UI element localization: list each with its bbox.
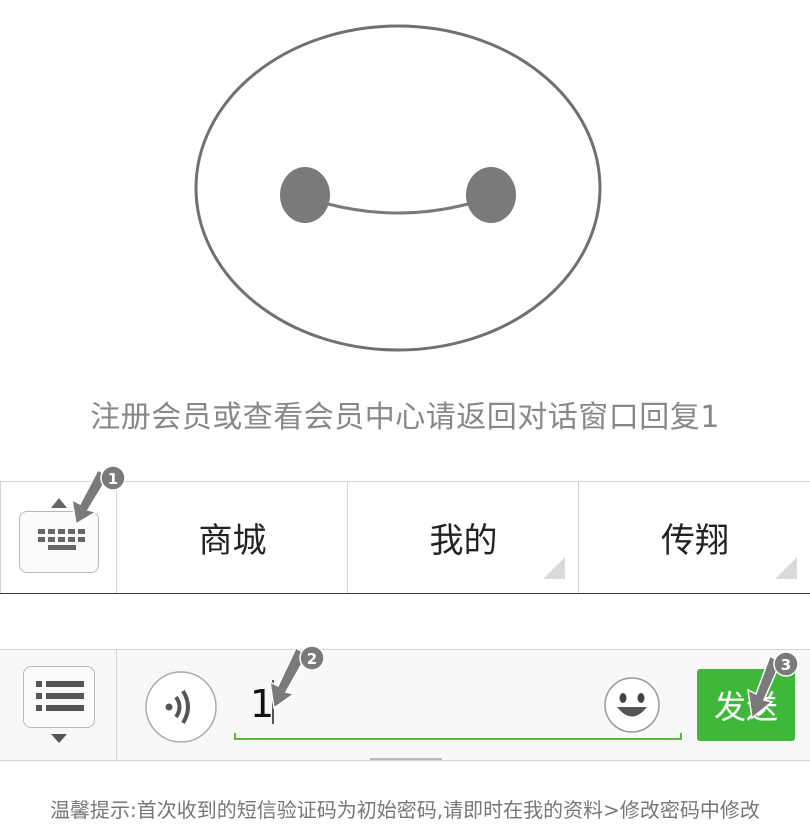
menu-item-label: 我的 — [429, 521, 498, 561]
chevron-up-icon — [51, 498, 67, 508]
menu-item-mine[interactable]: 我的 — [347, 482, 579, 593]
annotation-label: 2 — [307, 650, 317, 668]
menu-item-label: 传翔 — [661, 521, 729, 561]
annotation-arrow-2: 2 — [269, 645, 325, 710]
menu-item-chuanxiang[interactable]: 传翔 — [578, 482, 810, 593]
input-underline — [234, 733, 682, 740]
menu-toggle-button[interactable] — [23, 666, 95, 728]
annotation-arrow-1: 1 — [71, 465, 126, 526]
voice-icon[interactable] — [145, 671, 217, 743]
submenu-indicator-icon — [543, 557, 565, 579]
emoji-icon[interactable] — [603, 676, 661, 734]
menu-item-shop[interactable]: 商城 — [116, 482, 348, 593]
annotation-label: 3 — [781, 656, 791, 674]
right-eye — [466, 167, 516, 223]
list-icon — [36, 681, 84, 711]
tip-text: 温馨提示:首次收到的短信验证码为初始密码,请即时在我的资料>修改密码中修改 — [50, 798, 760, 822]
chevron-down-icon — [51, 734, 67, 743]
submenu-indicator-icon — [775, 557, 797, 579]
face-outline — [194, 24, 602, 352]
left-eye — [280, 167, 330, 223]
instruction-text: 注册会员或查看会员中心请返回对话窗口回复1 — [90, 400, 720, 435]
menu-item-label: 商城 — [198, 521, 267, 561]
annotation-label: 1 — [108, 470, 118, 488]
eye-connector — [327, 202, 469, 215]
face-illustration — [194, 24, 602, 352]
annotation-arrow-3: 3 — [747, 651, 799, 720]
divider-handle — [370, 758, 442, 760]
input-bar — [0, 649, 810, 761]
menu-toggle-cell[interactable] — [0, 650, 117, 760]
